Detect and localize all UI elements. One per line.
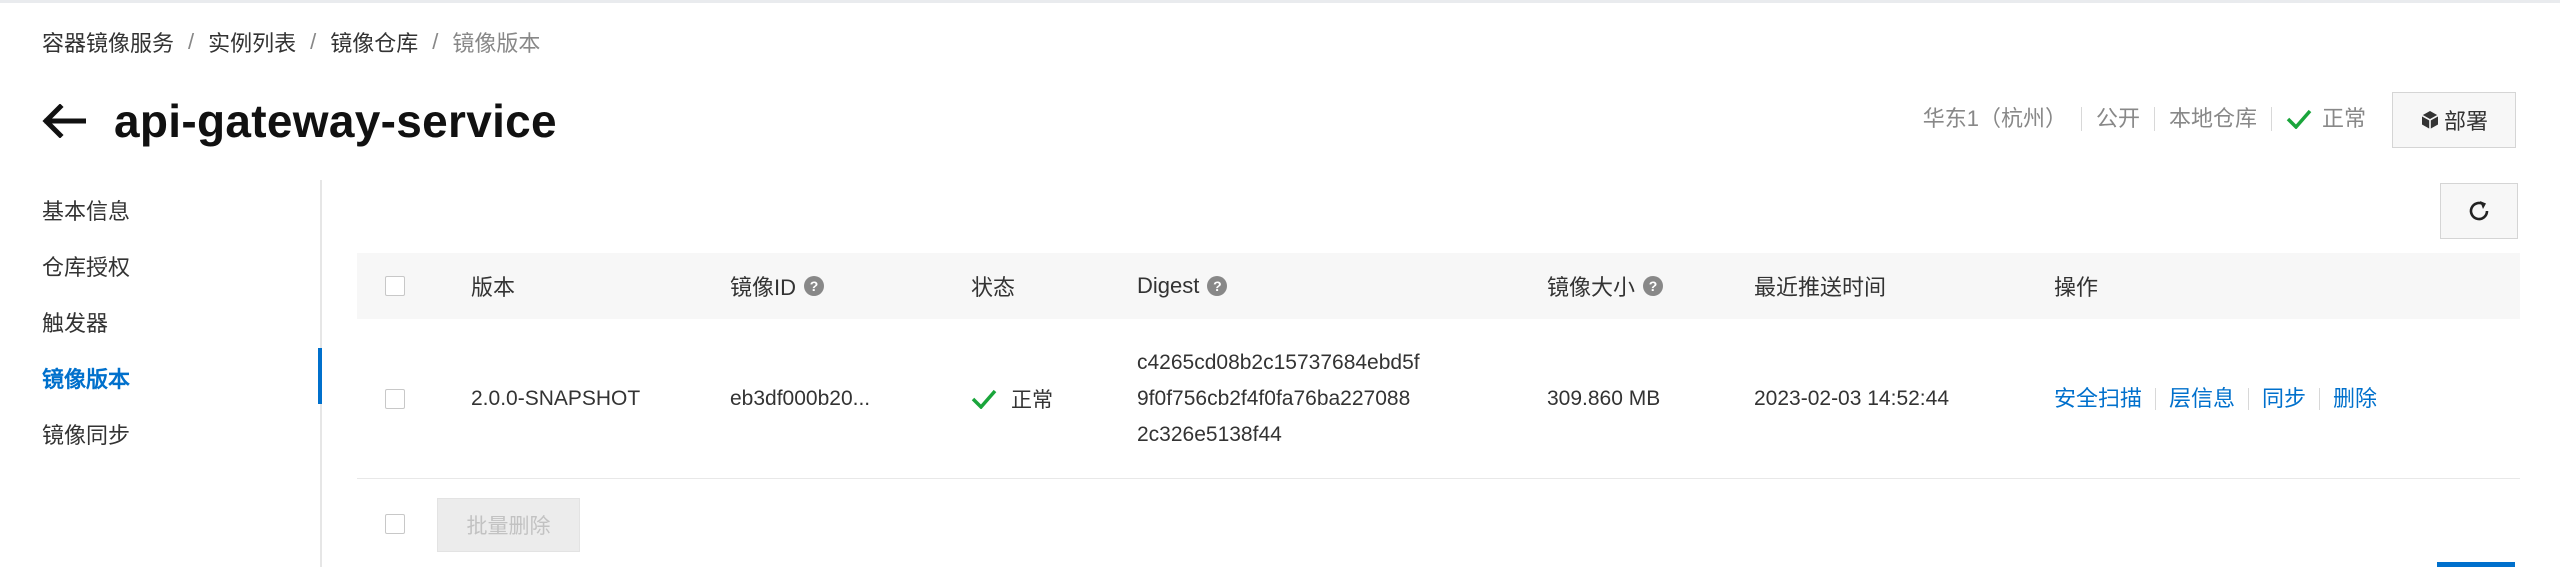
column-header-actions: 操作	[2054, 275, 2099, 300]
column-header-digest: Digest ?	[1137, 253, 1228, 319]
question-circle-icon[interactable]: ?	[1643, 276, 1664, 296]
check-icon	[2286, 109, 2312, 129]
sidebar-item-image-versions[interactable]: 镜像版本	[42, 360, 130, 400]
sidebar-item-basic-info[interactable]: 基本信息	[42, 192, 130, 232]
digest-line: 9f0f756cb2f4f0fa76ba227088	[1137, 386, 1411, 410]
security-scan-link[interactable]: 安全扫描	[2054, 387, 2155, 410]
repo-meta: 华东1（杭州） 公开 本地仓库 正常	[1909, 98, 2380, 140]
table-row: 2.0.0-SNAPSHOT eb3df000b20... 正常 c4265cd…	[357, 319, 2520, 479]
breadcrumb-item-current: 镜像版本	[452, 31, 541, 56]
repo-status: 正常	[2270, 106, 2380, 131]
breadcrumb-item-container-service[interactable]: 容器镜像服务	[42, 26, 174, 58]
breadcrumb-separator: /	[188, 29, 195, 54]
cell-actions: 安全扫描 层信息 同步 删除	[2054, 319, 2390, 478]
digest-line: c4265cd08b2c15737684ebd5f	[1137, 350, 1420, 374]
title-row: api-gateway-service	[42, 90, 557, 152]
image-versions-table: 版本 镜像ID ? 状态 Digest ? 镜像大小 ? 最近推送时间 操作 2…	[357, 253, 2520, 479]
cell-digest: c4265cd08b2c15737684ebd5f 9f0f756cb2f4f0…	[1137, 319, 1420, 478]
repo-type-label: 本地仓库	[2153, 107, 2271, 131]
sync-link[interactable]: 同步	[2248, 387, 2319, 410]
cell-image-id: eb3df000b20...	[730, 386, 871, 410]
pagination-indicator	[2437, 562, 2515, 567]
refresh-button[interactable]	[2440, 183, 2518, 239]
select-all-checkbox[interactable]	[385, 276, 405, 296]
column-header-pushed-at: 最近推送时间	[1754, 275, 1887, 300]
top-divider	[0, 0, 2560, 3]
cell-pushed-at: 2023-02-03 14:52:44	[1754, 386, 1949, 410]
breadcrumb-separator: /	[310, 29, 317, 54]
deploy-button[interactable]: 部署	[2392, 92, 2516, 148]
column-header-size-label: 镜像大小	[1547, 275, 1636, 300]
region-label: 华东1（杭州）	[1922, 106, 2067, 131]
cube-icon	[2421, 111, 2439, 129]
breadcrumb: 容器镜像服务 / 实例列表 / 镜像仓库 / 镜像版本	[42, 26, 540, 58]
delete-link[interactable]: 删除	[2319, 387, 2390, 410]
column-header-digest-label: Digest	[1137, 273, 1200, 298]
sidebar-item-triggers[interactable]: 触发器	[42, 304, 108, 344]
column-header-image-id: 镜像ID ?	[730, 253, 825, 319]
cell-status: 正常	[971, 319, 1053, 478]
page-title: api-gateway-service	[114, 95, 557, 147]
batch-delete-button[interactable]: 批量删除	[437, 498, 580, 552]
layer-info-link[interactable]: 层信息	[2155, 387, 2248, 410]
table-footer: 批量删除	[357, 494, 2520, 554]
cell-size: 309.860 MB	[1547, 386, 1661, 410]
deploy-label: 部署	[2443, 109, 2488, 134]
sidebar: 基本信息 仓库授权 触发器 镜像版本 镜像同步	[0, 180, 322, 567]
breadcrumb-separator: /	[432, 29, 439, 54]
sidebar-item-repo-auth[interactable]: 仓库授权	[42, 248, 130, 288]
digest-line: 2c326e5138f44	[1137, 422, 1282, 446]
refresh-icon	[2469, 201, 2489, 221]
column-header-image-id-label: 镜像ID	[730, 275, 797, 300]
repo-status-text: 正常	[2321, 106, 2366, 131]
breadcrumb-item-repositories[interactable]: 镜像仓库	[330, 26, 418, 58]
question-circle-icon[interactable]: ?	[804, 276, 825, 296]
sidebar-active-indicator	[318, 348, 322, 404]
arrow-left-icon[interactable]	[42, 99, 86, 143]
sidebar-item-image-sync[interactable]: 镜像同步	[42, 416, 130, 456]
column-header-version: 版本	[471, 275, 516, 300]
question-circle-icon[interactable]: ?	[1207, 276, 1228, 296]
footer-select-all-checkbox[interactable]	[385, 514, 405, 534]
column-header-size: 镜像大小 ?	[1547, 253, 1664, 319]
visibility-label: 公开	[2080, 107, 2154, 131]
check-icon	[971, 389, 997, 409]
row-checkbox[interactable]	[385, 388, 405, 409]
cell-status-text: 正常	[1011, 388, 1053, 412]
cell-version: 2.0.0-SNAPSHOT	[471, 386, 641, 410]
table-header: 版本 镜像ID ? 状态 Digest ? 镜像大小 ? 最近推送时间 操作	[357, 253, 2520, 319]
breadcrumb-item-instances[interactable]: 实例列表	[208, 26, 296, 58]
column-header-status: 状态	[971, 275, 1016, 300]
